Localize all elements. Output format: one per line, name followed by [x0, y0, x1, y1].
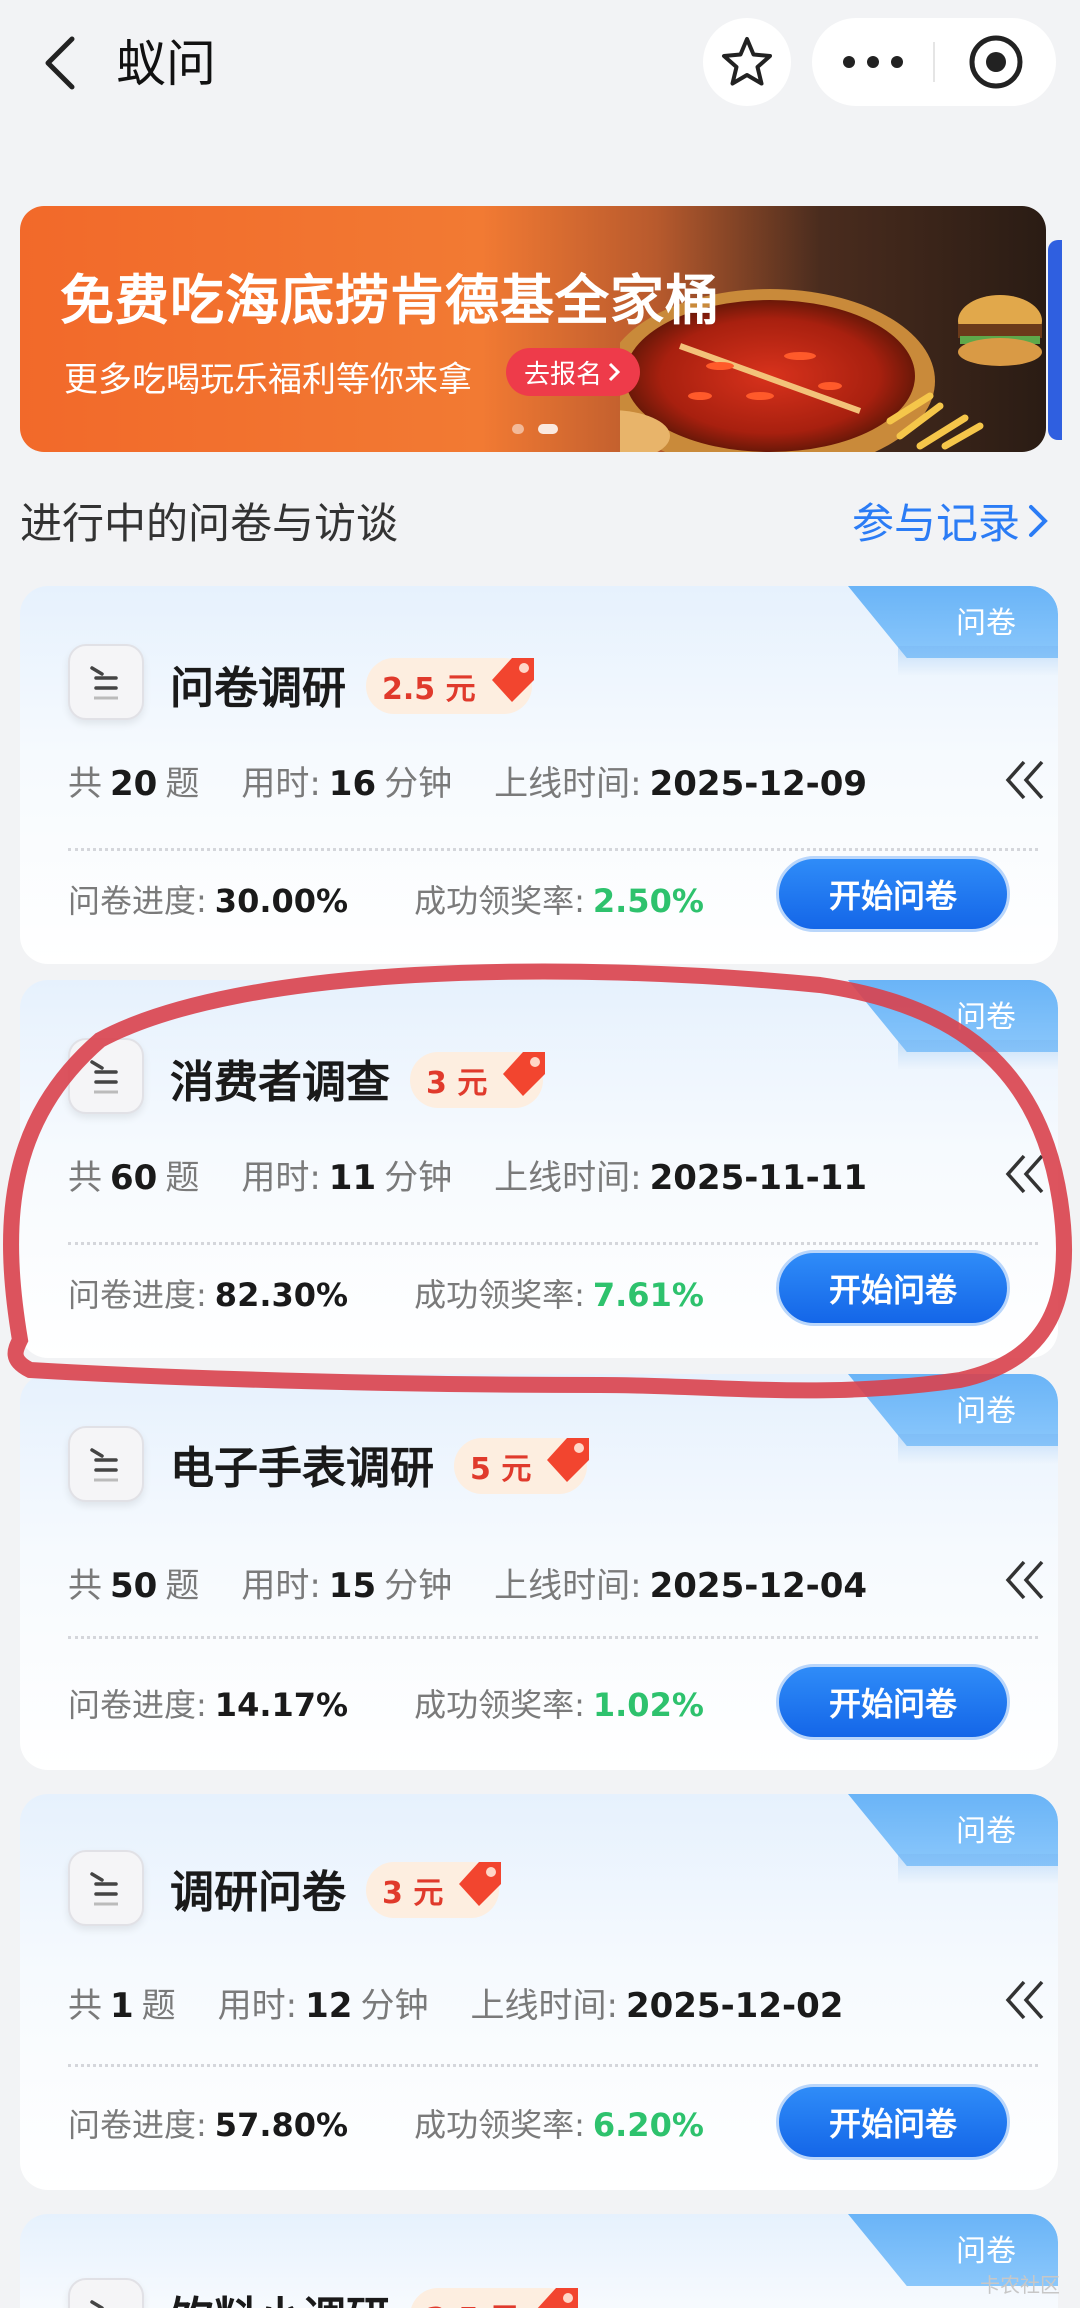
document-icon — [68, 1850, 144, 1926]
price-tag-icon — [491, 658, 534, 702]
survey-stats: 问卷进度: 57.80% 成功领奖率: 6.20% — [68, 2106, 704, 2144]
section-title: 进行中的问卷与访谈 — [20, 499, 399, 548]
price-tag-icon — [459, 1862, 502, 1906]
start-survey-button[interactable]: 开始问卷 — [776, 2084, 1010, 2160]
survey-stats: 问卷进度: 82.30% 成功领奖率: 7.61% — [68, 1276, 704, 1314]
survey-meta: 共 60 题 用时: 11 分钟 上线时间: 2025-11-11 — [68, 1158, 868, 1198]
watermark: 卡农社区 — [980, 2273, 1060, 2297]
price-tag-icon — [547, 1438, 590, 1482]
target-icon — [969, 35, 1022, 89]
reward-badge: 3 元 — [410, 1052, 546, 1108]
pagination-dot — [512, 424, 524, 434]
ribbon-shade — [898, 1434, 1058, 1464]
ribbon-label: 问卷 — [956, 1814, 1016, 1849]
survey-title: 消费者调查 — [170, 1057, 390, 1108]
double-chevron-left-icon — [1005, 1980, 1044, 2020]
survey-card[interactable]: 问卷 饮料小调研 2.5 元 — [20, 2214, 1058, 2308]
ribbon-label: 问卷 — [956, 606, 1016, 641]
chevron-right-icon — [1029, 504, 1048, 537]
ribbon-label: 问卷 — [956, 1000, 1016, 1035]
promo-banner[interactable]: 免费吃海底捞肯德基全家桶 更多吃喝玩乐福利等你来拿 去报名 — [20, 206, 1046, 452]
chevron-right-icon — [608, 362, 621, 382]
reward-amount: 3 元 — [382, 1876, 444, 1911]
reward-amount: 5 元 — [470, 1452, 532, 1487]
dotted-divider — [68, 1242, 1038, 1245]
ribbon-shade — [898, 1854, 1058, 1884]
back-button[interactable] — [30, 28, 90, 98]
start-survey-button[interactable]: 开始问卷 — [776, 856, 1010, 932]
survey-title: 饮料小调研 — [170, 2282, 390, 2308]
more-dots-icon — [842, 56, 903, 68]
reward-amount: 3 元 — [426, 1066, 488, 1101]
next-banner-peek — [1048, 240, 1062, 440]
survey-stats: 问卷进度: 14.17% 成功领奖率: 1.02% — [68, 1686, 704, 1724]
more-button[interactable] — [812, 18, 933, 106]
reward-amount: 2.5 元 — [426, 2294, 520, 2308]
reward-badge: 5 元 — [454, 1438, 590, 1494]
survey-card[interactable]: 问卷 调研问卷 3 元 共1题 用时: 12 分钟 上线时间: 2025-12-02 … — [20, 1794, 1058, 2190]
price-tag-icon — [503, 1052, 546, 1096]
favorite-button[interactable] — [703, 18, 791, 106]
document-icon — [68, 1426, 144, 1502]
banner-title: 免费吃海底捞肯德基全家桶 — [60, 269, 720, 332]
ribbon-label: 问卷 — [956, 2234, 1016, 2269]
banner-pagination — [512, 424, 558, 434]
double-chevron-left-icon — [1005, 1154, 1044, 1194]
survey-meta: 共1题 用时: 12 分钟 上线时间: 2025-12-02 — [68, 1986, 844, 2026]
star-icon — [722, 37, 772, 86]
banner-subtitle: 更多吃喝玩乐福利等你来拿 — [64, 360, 472, 400]
participation-record-label: 参与记录 — [851, 499, 1020, 548]
survey-title: 调研问卷 — [170, 1867, 346, 1918]
reward-badge: 2.5 元 — [410, 2288, 578, 2308]
dotted-divider — [68, 2064, 1038, 2067]
survey-stats: 问卷进度: 30.00% 成功领奖率: 2.50% — [68, 882, 704, 920]
page-title: 蚁问 — [116, 35, 216, 93]
ribbon-shade — [898, 646, 1058, 676]
start-survey-button[interactable]: 开始问卷 — [776, 1664, 1010, 1740]
double-chevron-left-icon — [1005, 760, 1044, 800]
mini-program-capsule — [812, 18, 1056, 106]
chevron-left-icon — [45, 36, 75, 90]
start-survey-button[interactable]: 开始问卷 — [776, 1250, 1010, 1326]
participation-record-link[interactable]: 参与记录 — [852, 490, 1050, 551]
survey-card[interactable]: 问卷 问卷调研 2.5 元 共 20 题 用时: 16 分钟 上线时间: 2025-12-… — [20, 586, 1058, 964]
survey-card[interactable]: 问卷 电子手表调研 5 元 共 50 题 用时: 15 分钟 上线时间: 2025-12-… — [20, 1374, 1058, 1770]
pagination-dot-active — [538, 424, 558, 434]
banner-signup-label: 去报名 — [524, 359, 603, 390]
survey-title: 电子手表调研 — [170, 1443, 434, 1494]
survey-card[interactable]: 问卷 消费者调查 3 元 共 60 题 用时: 11 分钟 上线时间: 2025-11-1… — [20, 980, 1058, 1358]
document-icon — [68, 2278, 144, 2308]
survey-meta: 共 50 题 用时: 15 分钟 上线时间: 2025-12-04 — [68, 1566, 868, 1606]
dotted-divider — [68, 848, 1038, 851]
survey-title: 问卷调研 — [170, 663, 346, 714]
reward-badge: 3 元 — [366, 1862, 502, 1918]
double-chevron-left-icon — [1005, 1560, 1044, 1600]
document-icon — [68, 1038, 144, 1114]
ribbon-shade — [898, 1040, 1058, 1070]
document-icon — [68, 644, 144, 720]
reward-badge: 2.5 元 — [366, 658, 534, 714]
banner-signup-button[interactable]: 去报名 — [506, 348, 641, 396]
dotted-divider — [68, 1636, 1038, 1639]
nav-bar: 蚁问 — [0, 0, 1080, 130]
close-mini-program-button[interactable] — [935, 18, 1056, 106]
survey-meta: 共 20 题 用时: 16 分钟 上线时间: 2025-12-09 — [68, 764, 868, 804]
ribbon-label: 问卷 — [956, 1394, 1016, 1429]
reward-amount: 2.5 元 — [382, 672, 476, 707]
price-tag-icon — [537, 2288, 578, 2308]
